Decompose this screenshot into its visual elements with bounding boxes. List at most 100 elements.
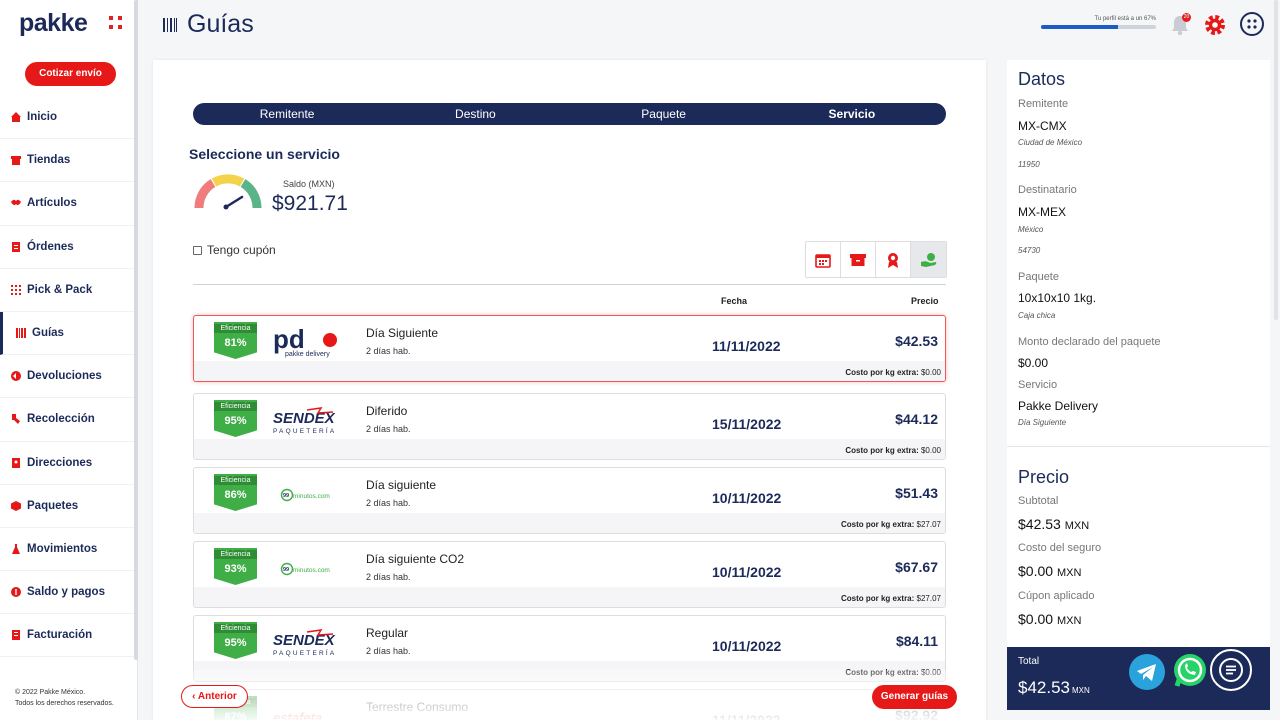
logo-dots-icon (109, 16, 123, 30)
sidebar-item-label: Órdenes (27, 240, 74, 253)
address-icon (10, 457, 22, 469)
package-value: 10x10x10 1kg. (1018, 291, 1097, 305)
efficiency-label: Eficiencia (214, 324, 257, 333)
sidebar-item-home[interactable]: Inicio (0, 96, 138, 140)
sendex-sub: PAQUETERÍA (273, 648, 336, 657)
total-currency: MXN (1072, 686, 1090, 695)
extra-cost: Costo por kg extra: $27.07 (841, 594, 941, 603)
efficiency-value: 86% (224, 489, 247, 501)
previous-button[interactable]: ‹ Anterior (181, 685, 248, 708)
sidebar-item-package[interactable]: Paquetes (0, 485, 138, 528)
profile-progress-label: Tu perfil está a un 67% (1094, 16, 1156, 22)
wizard-steps: Remitente Destino Paquete Servicio (193, 103, 946, 125)
sidebar-item-barcode[interactable]: Guías (0, 311, 138, 356)
sidebar-item-orders[interactable]: Órdenes (0, 226, 138, 269)
service-label: Servicio (1018, 379, 1058, 391)
service-card[interactable]: Eficiencia 86% 99 minutos.com Día siguiente 2… (193, 467, 946, 534)
carrier-logo: 99 minutos.com (273, 552, 339, 584)
sidebar-item-pickup[interactable]: Recolección (0, 398, 138, 442)
subtotal-label: Subtotal (1018, 495, 1059, 507)
sidebar-item-invoice[interactable]: Facturación (0, 614, 138, 658)
extra-cost: Costo por kg extra: $27.07 (841, 520, 941, 529)
carrier-logo: SENDEX PAQUETERÍA (273, 626, 339, 658)
service-value: Pakke Delivery (1018, 399, 1099, 413)
column-price: Precio (911, 296, 939, 306)
extra-cost-label: Costo por kg extra: (840, 594, 915, 603)
subtotal-value: $42.53 MXN (1018, 516, 1089, 532)
sidebar-scrollbar[interactable] (134, 0, 138, 660)
sidebar-item-returns[interactable]: Devoluciones (0, 355, 138, 399)
gear-icon[interactable] (1203, 13, 1227, 37)
summary-panel: Datos Remitente MX-CMX Ciudad de México … (1007, 60, 1270, 710)
service-name: Regular (366, 626, 409, 640)
movements-icon (10, 543, 22, 555)
card-footer-strip (194, 587, 945, 607)
sidebar-item-store[interactable]: Tiendas (0, 139, 138, 183)
page-scrollbar[interactable] (1274, 0, 1278, 320)
items-icon (10, 197, 22, 209)
sidebar-item-movements[interactable]: Movimientos (0, 528, 138, 572)
sort-by-price-button[interactable] (911, 242, 946, 277)
home-icon (10, 111, 22, 123)
sidebar: pakke Cotizar envío Inicio Tiendas Artícul… (0, 0, 138, 720)
list-separator (193, 284, 946, 285)
sort-by-package-button[interactable] (841, 242, 876, 277)
notification-badge: 20 (1182, 13, 1191, 22)
coupon-toggle[interactable]: Tengo cupón (193, 243, 276, 257)
profile-progress[interactable]: Tu perfil está a un 67% (1041, 16, 1156, 29)
service-price: $42.53 (895, 333, 938, 349)
efficiency-value: 93% (224, 563, 247, 575)
step-destino[interactable]: Destino (381, 103, 569, 125)
efficiency-badge: Eficiencia 81% (214, 322, 257, 359)
step-servicio[interactable]: Servicio (758, 103, 946, 125)
calendar-icon (815, 253, 831, 268)
declared-amount-value: $0.00 (1018, 356, 1049, 370)
sidebar-item-label: Paquetes (27, 499, 79, 512)
generate-labels-button[interactable]: Generar guías (872, 685, 957, 709)
efficiency-value: 95% (224, 415, 247, 427)
orders-icon (10, 241, 22, 253)
service-price: $44.12 (895, 411, 938, 427)
sidebar-item-items[interactable]: Artículos (0, 182, 138, 226)
service-days: 2 días hab. (366, 572, 411, 582)
pakke-delivery-logo: pdpakke delivery (273, 324, 337, 358)
sidebar-item-address[interactable]: Direcciones (0, 442, 138, 485)
sidebar-item-label: Tiendas (27, 154, 71, 167)
apps-menu-icon[interactable] (1240, 12, 1264, 36)
extra-cost-label: Costo por kg extra: (840, 520, 915, 529)
service-sub: Día Siguiente (1018, 418, 1067, 427)
extra-cost-label: Costo por kg extra: (845, 368, 919, 377)
coupon-checkbox[interactable] (193, 245, 202, 255)
carrier-logo: pd pakke delivery (273, 324, 339, 358)
archive-box-icon (850, 253, 866, 266)
total-label: Total (1018, 656, 1040, 667)
service-card[interactable]: Eficiencia 95% SENDEX PAQUETERÍA Diferido 2 d… (193, 393, 946, 460)
page-header: Guías (163, 10, 254, 39)
sort-by-quality-button[interactable] (876, 242, 911, 277)
chat-button[interactable] (1210, 649, 1252, 691)
step-paquete[interactable]: Paquete (570, 103, 758, 125)
subtotal-amount: $42.53 (1018, 516, 1061, 532)
service-card[interactable]: Eficiencia 93% 99 minutos.com Día siguiente … (193, 541, 946, 608)
whatsapp-icon[interactable] (1171, 652, 1209, 690)
sort-filters (805, 241, 947, 278)
pakke-logo[interactable]: pakke (19, 9, 88, 38)
sort-by-date-button[interactable] (806, 242, 841, 277)
quote-shipment-button[interactable]: Cotizar envío (25, 62, 116, 86)
card-footer-strip (194, 439, 945, 459)
list-fade (153, 670, 986, 720)
recipient-code: MX-MEX (1018, 205, 1066, 219)
telegram-button[interactable] (1129, 654, 1165, 690)
99-mark: 99 (283, 567, 289, 573)
service-date: 11/11/2022 (712, 338, 781, 354)
service-card[interactable]: Eficiencia 81% pd pakke delivery Día Siguien… (193, 315, 946, 382)
package-label: Paquete (1018, 271, 1059, 283)
telegram-icon (1137, 664, 1156, 681)
sidebar-item-pick-pack[interactable]: Pick & Pack (0, 269, 138, 312)
sidebar-item-label: Guías (32, 327, 64, 340)
efficiency-label: Eficiencia (214, 550, 257, 559)
service-days: 2 días hab. (366, 346, 411, 356)
balance-value: $921.71 (272, 192, 348, 215)
step-remitente[interactable]: Remitente (193, 103, 381, 125)
sidebar-item-balance[interactable]: Saldo y pagos (0, 571, 138, 615)
